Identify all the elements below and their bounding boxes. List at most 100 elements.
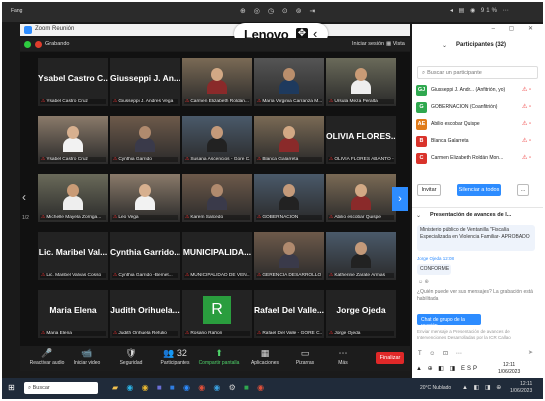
mic-video-muted-icon[interactable]: ⚠ ▫ xyxy=(522,154,531,161)
video-tile[interactable]: Cynthia Garrido... ⚠Cynthia Garrido -Beme… xyxy=(110,232,180,280)
security-status-icon[interactable] xyxy=(24,41,31,48)
edge-icon[interactable]: ◉ xyxy=(126,383,136,392)
video-tile[interactable]: ⚠GOBERNACIÓN xyxy=(254,174,324,222)
video-tile[interactable]: ⚠Susana Ascencios - Gore C... xyxy=(182,116,252,164)
zoom-icon[interactable]: ◉ xyxy=(183,383,193,392)
chat-reactions[interactable]: ☺ ⊕ xyxy=(418,279,429,285)
participant-body xyxy=(279,196,299,210)
windows-start-icon[interactable]: ⊞ xyxy=(8,383,15,392)
participant-head xyxy=(67,126,79,139)
video-tile[interactable]: ⚠GERENCIA DESARROLLO ... xyxy=(254,232,324,280)
view-button[interactable]: ▦ Vista xyxy=(386,41,405,47)
video-tile[interactable]: ⚠Blanca Galarreta xyxy=(254,116,324,164)
word-icon[interactable]: ■ xyxy=(170,383,178,392)
toolbar-participantes-button[interactable]: 👥 32 Participantes xyxy=(152,348,198,366)
video-tile[interactable]: ⚠Cynthia Garrido xyxy=(110,116,180,164)
teams-icon[interactable]: ■ xyxy=(157,383,165,392)
participant-body xyxy=(63,196,83,210)
chat-recipient-select[interactable]: Chat de grupo de la reunión ⌄ xyxy=(417,314,481,329)
video-tile[interactable]: Rafael Del Valle... ⚠Rafael Del Valle - G… xyxy=(254,290,324,338)
participant-head xyxy=(355,68,367,81)
mic-video-muted-icon[interactable]: ⚠ ▫ xyxy=(522,137,531,144)
chat-header[interactable]: ⌄ Presentación de avances de l... xyxy=(412,207,543,221)
participant-row[interactable]: AE Abilio escobar Quispe ⚠ ▫ xyxy=(412,116,543,133)
video-tile[interactable]: Jorge Ojeda ⚠Jorge Ojeda xyxy=(326,290,396,338)
video-tile[interactable]: MUNICIPALIDA... ⚠MUNICIPALIDAD DE VEN... xyxy=(182,232,252,280)
mic-muted-icon: ⚠ xyxy=(185,157,190,162)
weather-widget[interactable]: 20°C Nublado xyxy=(420,385,451,391)
participant-name-large: Jorge Ojeda xyxy=(336,305,386,315)
mic-video-muted-icon[interactable]: ⚠ ▫ xyxy=(522,86,531,93)
tray-icons[interactable]: ▲ ⊕ ◧ ◨ ESP xyxy=(416,365,479,372)
chat-visibility-info[interactable]: ¿Quién puede ver sus mensajes? La grabac… xyxy=(417,289,539,303)
video-tile[interactable]: ⚠María Virginia Carranza M... xyxy=(254,58,324,106)
video-tile[interactable]: Maria Elena ⚠Maria Elena xyxy=(38,290,108,338)
participant-row[interactable]: B Blanca Galarreta ⚠ ▫ xyxy=(412,133,543,150)
invite-button[interactable]: Invitar xyxy=(417,184,441,196)
mic-muted-icon: ⚠ xyxy=(113,157,118,162)
toolbar-compartir-pantalla-button[interactable]: ⬆ Compartir pantalla xyxy=(196,348,242,366)
toolbar-seguridad-button[interactable]: 🛡 Seguridad xyxy=(108,348,154,366)
participant-caption: ⚠Katherine Zarate Armas xyxy=(328,273,394,278)
mic-video-muted-icon[interactable]: ⚠ ▫ xyxy=(522,103,531,110)
video-tile[interactable]: Judith Orihuela... ⚠Judith Orihuela Reful… xyxy=(110,290,180,338)
video-tile[interactable]: Giusseppi J. An... ⚠Giusseppi J. Andres V… xyxy=(110,58,180,106)
video-tile[interactable]: ⚠Michelle Mayela Zorriga... xyxy=(38,174,108,222)
mic-muted-icon: ⚠ xyxy=(329,273,334,278)
chat-tools[interactable]: T ☺ ⊡ ⋯ xyxy=(418,350,465,357)
settings-icon[interactable]: ⚙ xyxy=(229,383,239,392)
chat-input[interactable]: Enviar mensaje a Presentación de avances… xyxy=(417,329,539,341)
file-explorer-icon[interactable]: ▰ xyxy=(112,383,121,392)
video-tile[interactable]: ⚠Karem Salcedo xyxy=(182,174,252,222)
participant-silhouette xyxy=(351,242,371,268)
participant-row[interactable]: C Carmen Elizabeth Roldán Mon... ⚠ ▫ xyxy=(412,150,543,167)
video-tile[interactable]: Lic. Maribel Val... ⚠Lic. Maribel Valvas … xyxy=(38,232,108,280)
toolbar-label: Seguridad xyxy=(119,360,143,366)
media-icon[interactable]: ◉ xyxy=(257,383,267,392)
taskbar-search-input[interactable]: ⌕ Buscar xyxy=(24,382,98,394)
video-tile[interactable]: R ⚠Rosario Rañon xyxy=(182,290,252,338)
participant-caption: ⚠Ysabel Castro Cruz xyxy=(40,157,106,162)
participant-search-input[interactable]: ⌕ Buscar un participante xyxy=(417,66,538,79)
mic-muted-icon: ⚠ xyxy=(329,157,334,162)
video-tile[interactable]: ⚠Carmen Elizabeth Roldán... xyxy=(182,58,252,106)
toolbar-iniciar-video-button[interactable]: 📹 Iniciar video xyxy=(64,348,110,366)
participant-body xyxy=(351,196,371,210)
end-meeting-button[interactable]: Finalizar xyxy=(376,352,404,364)
store-icon[interactable]: ◉ xyxy=(213,383,223,392)
excel-icon[interactable]: ■ xyxy=(244,383,252,392)
taskbar-apps[interactable]: ▰ ◉ ◉ ■ ■ ◉ ◉ ◉ ⚙ ■ ◉ xyxy=(112,383,267,392)
participant-caption-name: Giusseppi J. Andres Vega xyxy=(118,99,174,104)
video-tile[interactable]: ⚠Abilio escobar Quispe xyxy=(326,174,396,222)
participant-name-large: OLIVIA FLORES... xyxy=(326,131,396,141)
window-controls[interactable]: – ▢ ✕ xyxy=(492,25,539,32)
chevron-down-icon[interactable]: ⌄ xyxy=(416,212,421,219)
chrome-icon[interactable]: ◉ xyxy=(142,383,152,392)
gallery-next-button[interactable]: › xyxy=(392,187,408,211)
taskbar-clock[interactable]: 12:11 1/06/2023 xyxy=(510,381,532,395)
mail-icon[interactable]: ◉ xyxy=(198,383,208,392)
video-tile[interactable]: OLIVIA FLORES... ⚠OLIVIA FLORES ABANTO -.… xyxy=(326,116,396,164)
mic-muted-icon: ⚠ xyxy=(113,215,118,220)
participant-caption-name: Cynthia Garrido -Bemet... xyxy=(118,273,173,278)
send-icon[interactable]: ➤ xyxy=(528,349,533,356)
mic-video-muted-icon[interactable]: ⚠ ▫ xyxy=(522,120,531,127)
video-tile[interactable]: ⚠Katherine Zarate Armas xyxy=(326,232,396,280)
tray-clock: 12:11 1/06/2023 xyxy=(498,362,521,375)
video-tile[interactable]: ⚠Ursula Meza Peralta xyxy=(326,58,396,106)
more-options-button[interactable]: ... xyxy=(517,184,529,196)
participant-row[interactable]: GJ Giusseppi J. Andr... (Anfitrión, yo) ⚠ … xyxy=(412,82,543,99)
toolbar-más-button[interactable]: ⋯ Más xyxy=(320,348,366,366)
participant-avatar: B xyxy=(416,136,427,147)
chevron-down-icon[interactable]: ⌄ xyxy=(442,42,447,49)
participant-row[interactable]: G GOBERNACION (Coanfitrión) ⚠ ▫ xyxy=(412,99,543,116)
video-tile[interactable]: ⚠Leo Vega xyxy=(110,174,180,222)
participant-caption: ⚠Carmen Elizabeth Roldán... xyxy=(184,99,250,104)
mute-all-button[interactable]: Silenciar a todos xyxy=(457,184,501,196)
gallery-prev-button[interactable]: ‹ xyxy=(22,190,26,204)
signin-link[interactable]: Iniciar sesión xyxy=(352,41,384,47)
participant-name-large: Lic. Maribel Val... xyxy=(38,247,108,257)
system-tray[interactable]: ▲ ◧ ◨ ⊕ xyxy=(462,384,503,391)
video-tile[interactable]: ⚠Ysabel Castro Cruz xyxy=(38,116,108,164)
video-tile[interactable]: Ysabel Castro C... ⚠Ysabel Castro Cruz xyxy=(38,58,108,106)
